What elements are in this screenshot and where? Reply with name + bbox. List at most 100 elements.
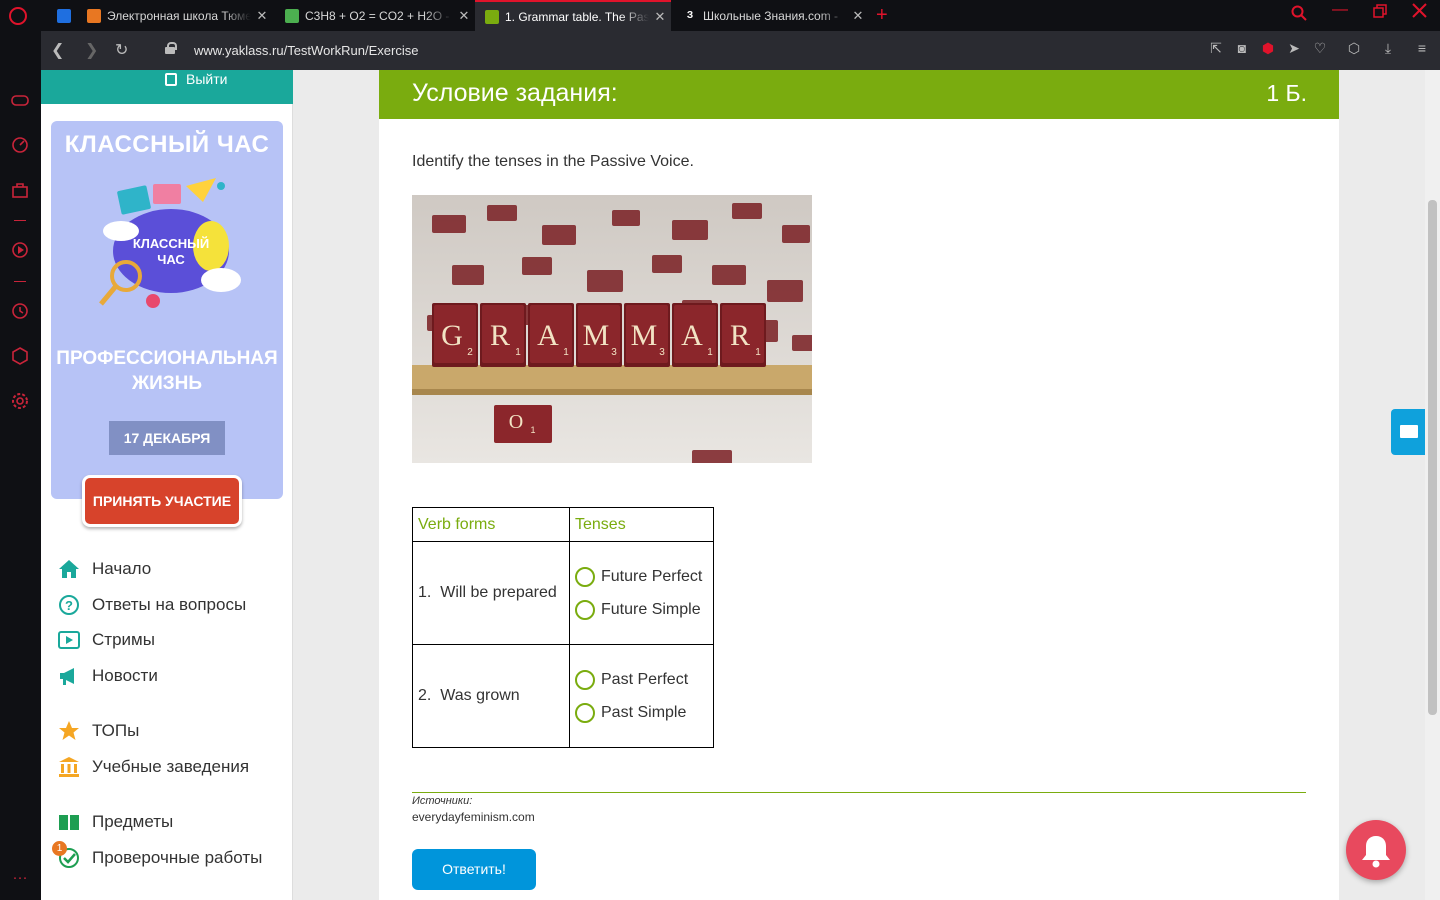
scrabble-tile: M3 [624,303,670,367]
close-icon[interactable]: ✕ [649,9,671,25]
radio-button[interactable] [575,599,595,620]
option-past-perfect[interactable]: Past Perfect [575,663,708,696]
menu-item-schools[interactable]: Учебные заведения [58,755,249,779]
heart-icon[interactable]: ♡ [1312,40,1328,57]
option-future-perfect[interactable]: Future Perfect [575,560,708,593]
menu-item-home[interactable]: Начало [58,557,151,581]
menu-item-tops[interactable]: ТОПы [58,719,139,743]
speedometer-icon[interactable] [11,136,29,154]
tab-grammar-active[interactable]: 1. Grammar table. The Pass ✕ [475,0,671,31]
tab-school[interactable]: Электронная школа Тюме ✕ [77,0,273,31]
minimize-icon[interactable]: — [1332,1,1348,19]
radio-button[interactable] [575,702,595,723]
close-window-icon[interactable] [1412,3,1427,23]
send-icon[interactable]: ➤ [1286,40,1302,57]
menu-label: Проверочные работы [92,848,263,867]
scrollbar-thumb[interactable] [1428,200,1437,715]
task-title: Условие задания: [412,79,618,107]
new-tab-plus-icon[interactable]: + [876,4,888,27]
grammar-table: Verb forms Tenses 1. Will be prepared Fu… [412,507,714,748]
source-value: everydayfeminism.com [412,810,535,824]
restore-icon[interactable] [1373,4,1387,23]
menu-label: Ответы на вопросы [92,595,247,614]
book-icon [485,9,499,24]
promo-participate-button[interactable]: ПРИНЯТЬ УЧАСТИЕ [82,475,242,527]
scrabble-tile: G2 [432,303,478,367]
answer-button[interactable]: Ответить! [412,849,536,890]
tile-score: 2 [467,347,473,358]
url-field[interactable]: www.yaklass.ru/TestWorkRun/Exercise [194,43,418,58]
header-tenses: Tenses [569,507,714,542]
task-card: Условие задания: 1 Б. Identify the tense… [379,70,1339,900]
mail-feedback-icon[interactable] [1391,409,1426,455]
lock-icon[interactable] [165,42,177,54]
page-scrollbar[interactable] [1425,70,1440,900]
share-icon[interactable]: ⇱ [1208,40,1224,57]
logout-link[interactable]: Выйти [186,71,227,87]
menu-label: Учебные заведения [92,757,250,776]
promo-badge-line2: ЧАС [157,252,185,267]
tile-score: 1 [530,425,535,435]
forward-icon[interactable]: ❯ [85,40,98,60]
adblock-shield-icon[interactable]: ⬢ [1260,40,1276,57]
options-cell: Future Perfect Future Simple [569,541,714,645]
institution-icon [58,756,80,778]
menu-label: Новости [92,666,158,685]
tile-letter: R [730,319,750,352]
menu-label: Предметы [92,812,174,831]
menu-label: ТОПы [92,721,140,740]
history-clock-icon[interactable] [11,302,29,320]
scrabble-tile: R1 [720,303,766,367]
menu-item-answers[interactable]: ? Ответы на вопросы [58,593,246,617]
download-icon[interactable]: ⤓ [1380,40,1396,57]
notification-bell-icon[interactable] [1346,820,1406,880]
radio-button[interactable] [575,669,595,690]
search-tabs-icon[interactable] [1291,5,1307,26]
player-icon[interactable] [11,241,29,259]
reload-icon[interactable]: ↻ [115,40,128,60]
tab-pinned[interactable] [47,0,77,31]
checkmark-circle-icon: 1 [52,841,80,869]
tile-letter: A [537,319,559,352]
menu-item-news[interactable]: Новости [58,664,158,688]
tile-letter: G [441,319,463,352]
task-header: Условие задания: 1 Б. [379,70,1339,119]
scrabble-tile: A1 [528,303,574,367]
cube-icon[interactable]: ⬡ [1346,40,1362,57]
bag-icon[interactable] [11,181,29,199]
menu-icon[interactable]: ≡ [1414,40,1430,57]
opera-logo-icon[interactable] [9,7,27,25]
megaphone-icon [58,665,80,687]
option-future-simple[interactable]: Future Simple [575,593,708,626]
close-icon[interactable]: ✕ [251,8,273,24]
scrabble-tile: A1 [672,303,718,367]
option-past-simple[interactable]: Past Simple [575,696,708,729]
radio-button[interactable] [575,566,595,587]
books-icon [58,811,80,833]
task-prompt: Identify the tenses in the Passive Voice… [412,153,694,170]
tab-title: C3H8 + O2 = CO2 + H2O - [305,8,450,23]
promo-illustration: КЛАССНЫЙ ЧАС [99,178,241,308]
menu-label: Начало [92,559,152,578]
promo-banner[interactable]: КЛАССНЫЙ ЧАС КЛАССНЫЙ ЧАС ПРОФЕССИОНАЛЬН… [51,121,283,499]
extensions-cube-icon[interactable] [11,347,29,365]
tile-score: 1 [515,347,521,358]
tab-znaniya[interactable]: З Школьные Знания.com - ✕ [673,0,869,31]
close-icon[interactable]: ✕ [847,8,869,24]
menu-item-subjects[interactable]: Предметы [58,810,173,834]
camera-icon[interactable]: ◙ [1234,40,1250,57]
grammar-scrabble-image: G2R1A1M3M3A1R1 O1 [412,195,812,463]
close-icon[interactable]: ✕ [453,8,475,24]
tab-title: 1. Grammar table. The Pass [505,9,649,24]
tests-count-badge: 1 [52,841,67,856]
back-icon[interactable]: ❮ [51,40,64,60]
more-dots-icon[interactable]: ··· [11,869,29,887]
settings-gear-icon[interactable] [11,392,29,410]
tile-letter: O [509,411,523,433]
question-icon: ? [58,594,80,616]
menu-item-tests[interactable]: 1 Проверочные работы [52,841,263,870]
tab-chemistry[interactable]: C3H8 + O2 = CO2 + H2O - ✕ [275,0,475,31]
option-label: Future Simple [601,600,701,618]
gamepad-icon[interactable] [11,91,29,109]
menu-item-streams[interactable]: Стримы [58,628,155,652]
